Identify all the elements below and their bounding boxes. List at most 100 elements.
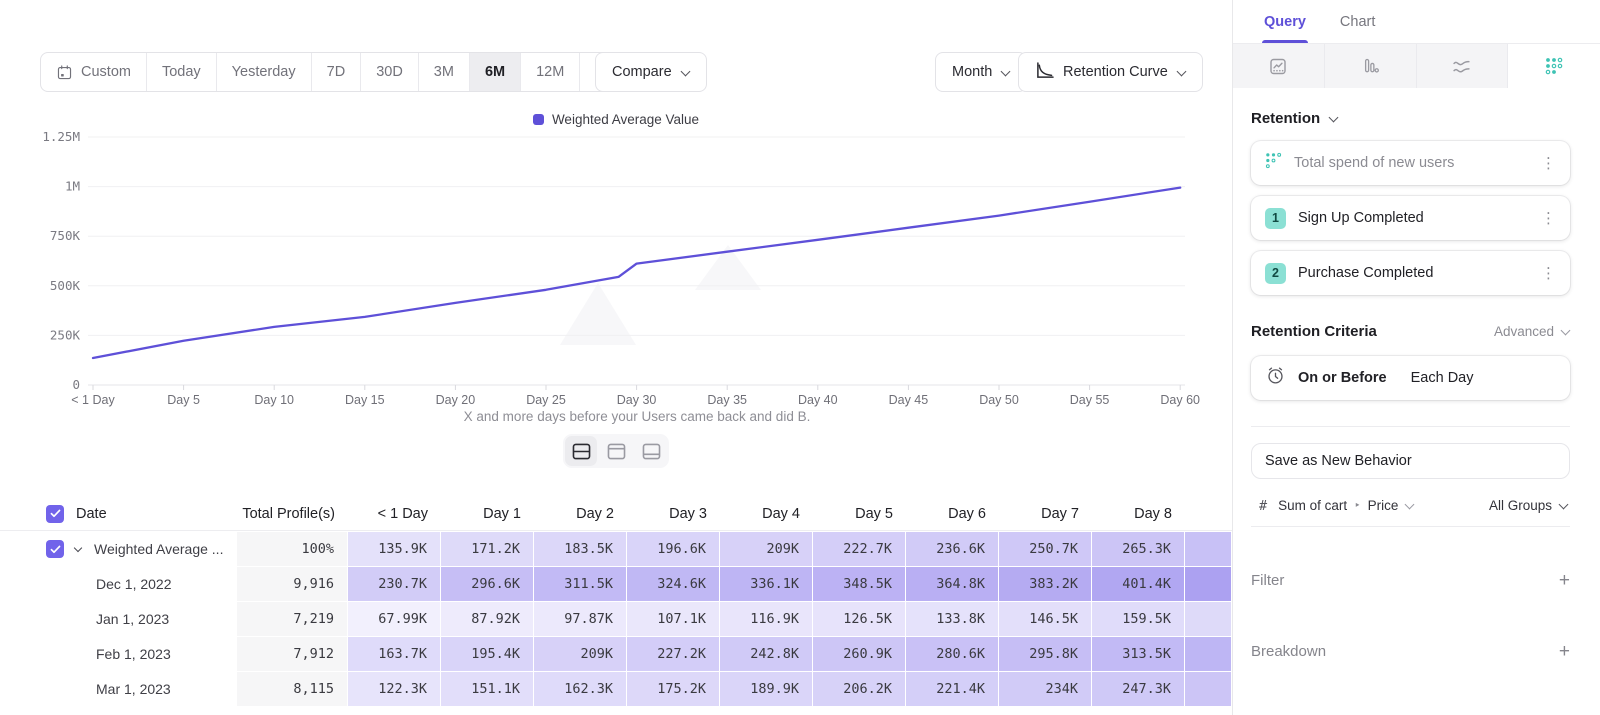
chevron-down-icon — [1329, 112, 1338, 121]
retention-value-cell: 383.2K — [999, 567, 1092, 601]
retention-value-cell: 175.2K — [627, 672, 720, 706]
column-header[interactable]: Day 8 — [1092, 497, 1185, 530]
retention-value-cell: 242.8K — [720, 637, 813, 671]
y-axis-tick-label: 500K — [50, 278, 81, 293]
row-label-cell[interactable]: Jan 1, 2023 — [0, 602, 237, 636]
retention-criteria-title: Retention Criteria — [1251, 323, 1494, 340]
step-card-1[interactable]: 1 Sign Up Completed ⋮ — [1251, 196, 1570, 240]
column-header[interactable]: < 1 Day — [348, 497, 441, 530]
column-header[interactable]: Day 7 — [999, 497, 1092, 530]
calendar-icon — [56, 64, 73, 81]
checkbox-checked[interactable] — [46, 505, 64, 523]
kebab-menu-icon[interactable]: ⋮ — [1541, 209, 1556, 227]
retention-value-cell: 183.5K — [534, 532, 627, 566]
range-option-label: 30D — [376, 64, 403, 80]
criteria-timing-card[interactable]: On or Before Each Day — [1251, 356, 1570, 400]
granularity-button[interactable]: Month — [935, 52, 1027, 92]
layout-top-icon[interactable] — [600, 436, 632, 466]
retention-line-chart[interactable]: 0250K500K750K1M1.25M< 1 DayDay 5Day 10Da… — [0, 105, 1233, 410]
kebab-menu-icon[interactable]: ⋮ — [1541, 264, 1556, 282]
column-header[interactable]: Day 4 — [720, 497, 813, 530]
range-option-7d[interactable]: 7D — [311, 53, 361, 91]
range-option-30d[interactable]: 30D — [360, 53, 418, 91]
tab-query[interactable]: Query — [1264, 0, 1306, 43]
column-header[interactable]: Day 3 — [627, 497, 720, 530]
measure-property-dropdown[interactable]: Sum of cart ‣ Price — [1278, 498, 1478, 513]
range-option-label: 6M — [485, 64, 505, 80]
behavior-card[interactable]: Total spend of new users ⋮ — [1251, 141, 1570, 185]
report-type-insights-icon[interactable] — [1233, 44, 1325, 88]
add-filter-button[interactable]: + — [1559, 571, 1570, 590]
retention-value-cell: 67.99K — [348, 602, 441, 636]
chart-type-button[interactable]: Retention Curve — [1018, 52, 1203, 92]
row-label-cell[interactable]: Weighted Average ... — [0, 532, 237, 566]
range-option-label: Today — [162, 64, 201, 80]
retention-value-cell: 126.5K — [813, 602, 906, 636]
retention-value-cell: 227.2K — [627, 637, 720, 671]
report-type-funnel-icon[interactable] — [1325, 44, 1417, 88]
report-type-flow-icon[interactable] — [1417, 44, 1509, 88]
layout-split-icon[interactable] — [565, 436, 597, 466]
retention-value-cell: 151.1K — [441, 672, 534, 706]
range-option-yesterday[interactable]: Yesterday — [216, 53, 311, 91]
total-profiles-cell: 100% — [237, 532, 348, 566]
row-label: Dec 1, 2022 — [0, 576, 172, 592]
compare-button[interactable]: Compare — [595, 52, 707, 92]
checkbox-checked[interactable] — [46, 540, 64, 558]
add-breakdown-button[interactable]: + — [1559, 642, 1570, 661]
kebab-menu-icon[interactable]: ⋮ — [1541, 154, 1556, 172]
retention-value-cell: 221.4K — [906, 672, 999, 706]
table-header-row: DateTotal Profile(s)< 1 DayDay 1 Day 2 Day… — [0, 497, 1233, 531]
filter-row: Filter + — [1251, 571, 1570, 590]
layout-toggle-group — [563, 434, 669, 468]
total-profiles-cell: 8,115 — [237, 672, 348, 706]
query-builder-sidebar: Query Chart Retention Total spend of new … — [1232, 0, 1600, 715]
chevron-down-icon — [1001, 66, 1010, 75]
retention-value-cell: 196.6K — [627, 532, 720, 566]
range-option-custom[interactable]: Custom — [41, 53, 146, 91]
all-groups-label: All Groups — [1489, 498, 1552, 513]
chevron-down-icon — [1405, 499, 1414, 508]
timing-window[interactable]: Each Day — [1411, 370, 1474, 386]
row-label: Weighted Average ... — [94, 541, 223, 557]
range-option-label: 3M — [434, 64, 454, 80]
row-label-cell[interactable]: Dec 1, 2022 — [0, 567, 237, 601]
save-as-new-behavior-button[interactable]: Save as New Behavior — [1251, 443, 1570, 479]
advanced-dropdown[interactable]: Advanced — [1494, 324, 1570, 339]
retention-table: DateTotal Profile(s)< 1 DayDay 1 Day 2 Day… — [0, 497, 1233, 706]
range-option-12m[interactable]: 12M — [520, 53, 579, 91]
column-header[interactable]: Day 5 — [813, 497, 906, 530]
column-header[interactable]: Day 2 — [534, 497, 627, 530]
retention-value-cell: 296.6K — [441, 567, 534, 601]
retention-value-cell-partial — [1185, 602, 1232, 636]
column-header-label: Day 2 — [576, 506, 614, 522]
range-option-6m[interactable]: 6M — [469, 53, 520, 91]
retention-series-line[interactable] — [93, 188, 1180, 358]
all-groups-dropdown[interactable]: All Groups — [1489, 498, 1568, 513]
column-header-date[interactable]: Date — [0, 497, 237, 530]
range-option-3m[interactable]: 3M — [418, 53, 469, 91]
x-axis-tick-label: Day 60 — [1160, 393, 1200, 407]
layout-bottom-icon[interactable] — [635, 436, 667, 466]
x-axis-tick-label: Day 10 — [254, 393, 294, 407]
column-header-label: Day 5 — [855, 506, 893, 522]
retention-value-cell: 265.3K — [1092, 532, 1185, 566]
collapse-chevron-icon[interactable] — [75, 545, 83, 553]
column-header[interactable]: Total Profile(s) — [237, 497, 348, 530]
column-header-label: Day 4 — [762, 506, 800, 522]
tab-chart[interactable]: Chart — [1340, 0, 1375, 43]
column-header[interactable]: Day 1 — [441, 497, 534, 530]
table-row: Weighted Average ...100%135.9K171.2K183.… — [0, 531, 1233, 566]
row-label-cell[interactable]: Feb 1, 2023 — [0, 637, 237, 671]
retention-value-cell: 280.6K — [906, 637, 999, 671]
step-card-2[interactable]: 2 Purchase Completed ⋮ — [1251, 251, 1570, 295]
timing-mode[interactable]: On or Before — [1298, 370, 1387, 386]
report-type-retention-icon[interactable] — [1508, 44, 1600, 88]
retention-value-cell: 230.7K — [348, 567, 441, 601]
column-header[interactable]: Day 6 — [906, 497, 999, 530]
retention-section-header[interactable]: Retention — [1251, 110, 1570, 127]
step-event-name: Purchase Completed — [1298, 265, 1529, 281]
row-label-cell[interactable]: Mar 1, 2023 — [0, 672, 237, 706]
x-axis-tick-label: Day 30 — [617, 393, 657, 407]
range-option-today[interactable]: Today — [146, 53, 216, 91]
